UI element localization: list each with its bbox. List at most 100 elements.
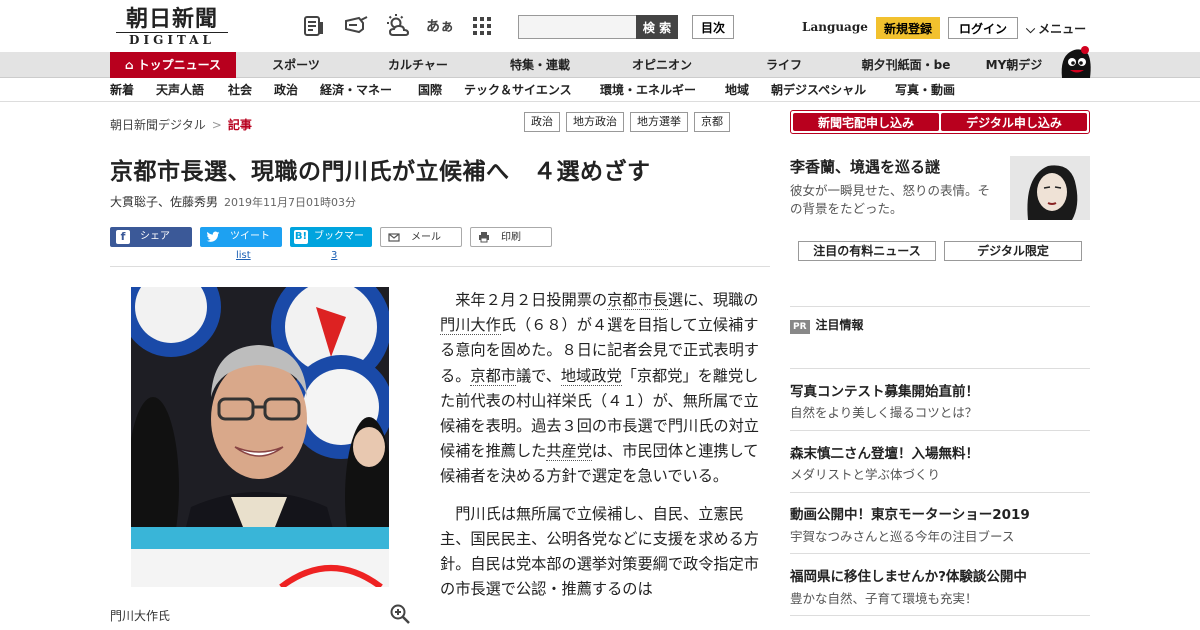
link-jcp[interactable]: 共産党 <box>546 442 592 462</box>
nav2-politics[interactable]: 政治 <box>274 78 298 102</box>
newspaper-icon[interactable] <box>300 12 328 40</box>
text-segment: 選に、現職の <box>667 291 759 309</box>
site-logo[interactable]: 朝日新聞 DIGITAL <box>112 6 232 48</box>
mascot-icon[interactable] <box>1058 44 1092 78</box>
nav-sports[interactable]: スポーツ <box>236 52 356 78</box>
share-twitter-button[interactable]: ツイート <box>200 227 282 247</box>
nav2-region[interactable]: 地域 <box>725 78 749 102</box>
sidebar-feature-title[interactable]: 李香蘭、境遇を巡る謎 <box>790 156 940 177</box>
subscribe-paper-button[interactable]: 新聞宅配申し込み <box>793 113 939 131</box>
nav2-photo-video[interactable]: 写真・動画 <box>895 78 955 102</box>
promo-title[interactable]: 福岡県に移住しませんか?体験談公開中 <box>790 565 1027 585</box>
breadcrumb-separator: > <box>211 118 222 132</box>
nav-life[interactable]: ライフ <box>724 52 844 78</box>
print-label: 印刷 <box>501 232 521 243</box>
article-body: 来年２月２日投開票の京都市長選に、現職の門川大作氏（６８）が４選を目指して立候補… <box>440 288 770 614</box>
facebook-icon: f <box>116 230 130 244</box>
home-icon: ⌂ <box>125 58 134 72</box>
language-link[interactable]: Language <box>802 20 868 34</box>
article-paragraph: 来年２月２日投開票の京都市長選に、現職の門川大作氏（６８）が４選を目指して立候補… <box>440 288 770 490</box>
sidebar-feature-photo[interactable] <box>1010 156 1090 220</box>
article-date: 2019年11月7日01時03分 <box>224 196 356 209</box>
nav2-special[interactable]: 朝デジスペシャル <box>771 78 866 102</box>
tag-local-politics[interactable]: 地方政治 <box>566 112 624 132</box>
tag-local-election[interactable]: 地方選挙 <box>630 112 688 132</box>
sidebar-divider <box>790 430 1090 431</box>
nav-paper[interactable]: 朝夕刊紙面・be <box>846 52 966 78</box>
hatena-bookmark-icon: B! <box>294 230 308 244</box>
nav2-tensei[interactable]: 天声人語 <box>156 78 204 102</box>
nav-opinion[interactable]: オピニオン <box>602 52 722 78</box>
promo-title[interactable]: 写真コンテスト募集開始直前！ <box>790 380 979 400</box>
sidebar-feature-desc: 彼女が一瞬見せた、怒りの表情。その背景をたどった。 <box>790 183 991 216</box>
logo-jp: 朝日新聞 <box>125 6 218 32</box>
promo-title[interactable]: 動画公開中！東京モーターショー2019 <box>790 503 1030 523</box>
article-authors: 大貫聡子、佐藤秀男 <box>110 195 219 209</box>
promo-sub[interactable]: 豊かな自然、子育て環境も充実！ <box>790 588 978 607</box>
grid-menu-icon[interactable] <box>468 12 496 40</box>
twitter-list-link[interactable]: list <box>236 250 251 261</box>
link-local-party[interactable]: 地域政党 <box>560 366 622 386</box>
hatena-count[interactable]: 3 <box>331 250 337 261</box>
search-input[interactable] <box>518 15 638 39</box>
promo-title[interactable]: 森末慎二さん登壇！入場無料！ <box>790 442 979 462</box>
zoom-icon[interactable] <box>390 604 410 624</box>
share-hatena-label: ブックマーク <box>314 231 364 262</box>
register-button[interactable]: 新規登録 <box>876 17 940 39</box>
photo-caption: 門川大作氏 <box>110 609 171 623</box>
subscribe-digital-button[interactable]: デジタル申し込み <box>941 113 1087 131</box>
search-button[interactable]: 検 索 <box>636 15 678 39</box>
article-tags: 政治 地方政治 地方選挙 京都 <box>524 112 730 132</box>
nav2-international[interactable]: 国際 <box>418 78 442 102</box>
tag-kyoto[interactable]: 京都 <box>694 112 730 132</box>
share-mail-button[interactable]: メール <box>380 227 462 247</box>
breadcrumb-home[interactable]: 朝日新聞デジタル <box>110 118 206 132</box>
nav-culture[interactable]: カルチャー <box>358 52 478 78</box>
megaphone-icon[interactable] <box>342 12 370 40</box>
share-facebook-button[interactable]: f シェア <box>110 227 192 247</box>
chevron-down-icon: ⌵ <box>1026 22 1036 36</box>
twitter-icon <box>206 230 220 244</box>
toc-button[interactable]: 目次 <box>692 15 734 39</box>
article-photo[interactable] <box>131 287 389 587</box>
primary-nav: ⌂ トップニュース スポーツ カルチャー 特集・連載 オピニオン ライフ 朝夕刊紙… <box>0 52 1200 78</box>
tag-politics[interactable]: 政治 <box>524 112 560 132</box>
paid-news-button[interactable]: 注目の有料ニュース <box>798 241 936 261</box>
sidebar-divider <box>790 553 1090 554</box>
promo-sub[interactable]: 宇賀なつみさんと巡る今年の注目ブース <box>790 526 1014 545</box>
nav-top-news[interactable]: ⌂ トップニュース <box>110 52 236 78</box>
pr-badge: PR <box>790 320 810 334</box>
sidebar-divider <box>790 492 1090 493</box>
sidebar-divider <box>790 368 1090 369</box>
printer-icon <box>477 231 491 245</box>
nav2-society[interactable]: 社会 <box>228 78 252 102</box>
digital-only-button[interactable]: デジタル限定 <box>944 241 1082 261</box>
nav-my-asahi[interactable]: MY朝デジ <box>972 52 1056 78</box>
link-kyoto-mayor[interactable]: 京都市長 <box>607 291 668 310</box>
weather-icon[interactable] <box>384 12 412 40</box>
share-twitter-label: ツイート <box>230 231 270 242</box>
share-facebook-label: シェア <box>140 231 170 242</box>
share-hatena-button[interactable]: B! ブックマーク <box>290 227 372 262</box>
promo-sub[interactable]: 自然をより美しく撮るコツとは？ <box>790 402 977 421</box>
logo-en: DIGITAL <box>116 32 228 47</box>
menu-button[interactable]: ⌵ メニュー <box>1026 20 1086 37</box>
link-kadokawa[interactable]: 門川大作 <box>440 316 501 336</box>
nav-features[interactable]: 特集・連載 <box>480 52 600 78</box>
print-button[interactable]: 印刷 <box>470 227 552 247</box>
link-kyoto-city[interactable]: 京都市 <box>470 366 516 386</box>
site-header: 朝日新聞 DIGITAL あぁ 検 索 目次 Language 新規登録 ログイ… <box>0 0 1200 52</box>
nav2-tech[interactable]: テック＆サイエンス <box>464 78 572 102</box>
login-button[interactable]: ログイン <box>948 17 1018 39</box>
font-size-icon[interactable]: あぁ <box>426 12 454 40</box>
nav2-economy[interactable]: 経済・マネー <box>320 78 392 102</box>
text-segment: 議で、 <box>515 366 561 385</box>
promo-sub[interactable]: メダリストと学ぶ体づくり <box>790 464 940 483</box>
nav-top-news-label: トップニュース <box>137 58 221 72</box>
nav2-environment[interactable]: 環境・エネルギー <box>600 78 696 102</box>
breadcrumb-current: 記事 <box>227 118 252 132</box>
nav2-new[interactable]: 新着 <box>110 78 134 102</box>
sidebar-divider <box>790 306 1090 307</box>
pr-label: 注目情報 <box>815 318 864 332</box>
breadcrumb: 朝日新聞デジタル > 記事 <box>110 116 252 133</box>
